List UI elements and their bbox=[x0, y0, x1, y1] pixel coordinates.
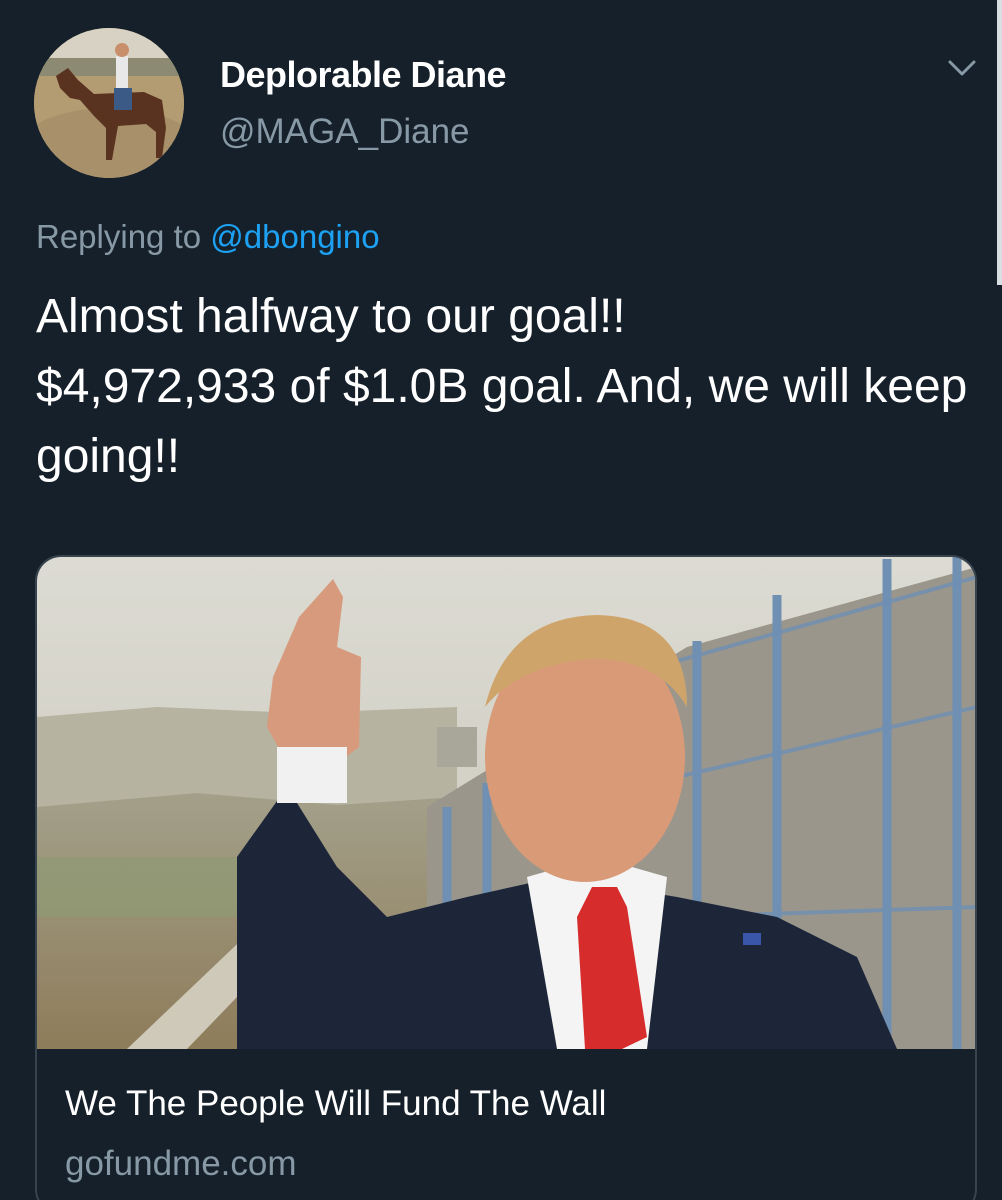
author-handle[interactable]: @MAGA_Diane bbox=[220, 112, 470, 152]
chevron-down-icon[interactable] bbox=[942, 52, 982, 82]
link-card-image[interactable] bbox=[37, 557, 975, 1049]
tweet-text: Almost halfway to our goal!! $4,972,933 … bbox=[36, 290, 968, 483]
link-card-domain: gofundme.com bbox=[65, 1144, 297, 1183]
author-display-name[interactable]: Deplorable Diane bbox=[220, 54, 507, 96]
tweet[interactable]: Deplorable Diane @MAGA_Diane Replying to… bbox=[0, 0, 1002, 1200]
reply-prefix: Replying to bbox=[36, 218, 202, 255]
scrollbar[interactable] bbox=[997, 0, 1002, 285]
reply-context: Replying to @dbongino bbox=[36, 218, 380, 256]
avatar[interactable] bbox=[34, 28, 184, 178]
reply-mention-link[interactable]: @dbongino bbox=[210, 218, 379, 255]
link-card[interactable]: We The People Will Fund The Wall gofundm… bbox=[35, 555, 977, 1200]
link-card-title[interactable]: We The People Will Fund The Wall bbox=[65, 1084, 606, 1124]
